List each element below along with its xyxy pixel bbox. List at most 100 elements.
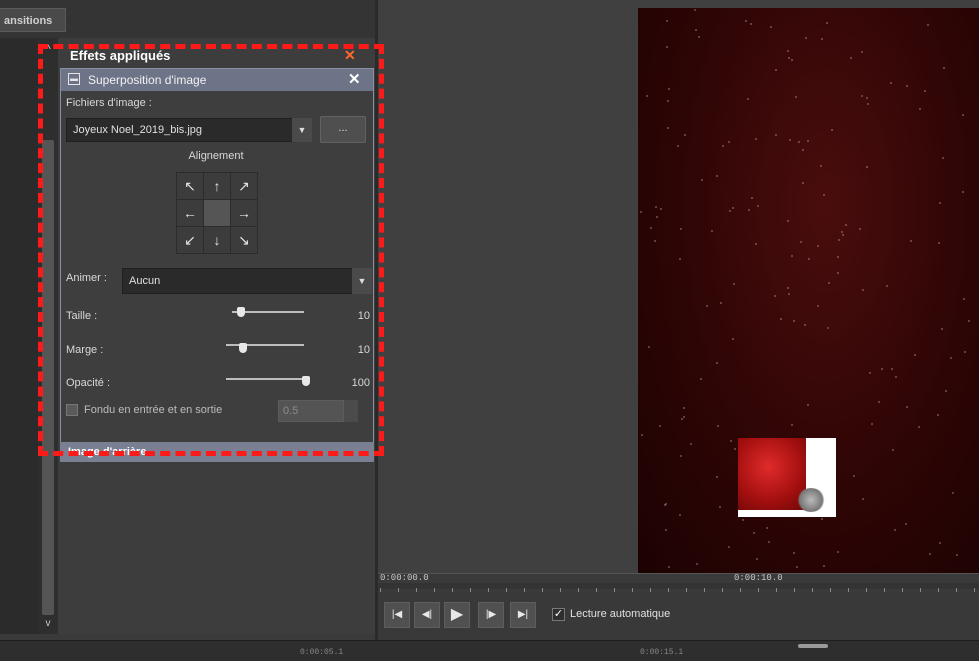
chevron-down-icon[interactable]: ▼ [292, 118, 312, 142]
collapse-effect-icon[interactable]: ▬ [68, 73, 80, 85]
align-center-button[interactable] [204, 200, 230, 226]
align-top-left-icon[interactable]: ↖ [177, 173, 203, 199]
timeline-tick [416, 588, 417, 592]
step-forward-icon[interactable]: |▶ [478, 602, 504, 628]
timeline-track[interactable] [378, 583, 979, 589]
snow-speck [821, 37, 824, 40]
tab-transitions[interactable]: ansitions [0, 8, 66, 32]
play-icon[interactable]: ▶ [444, 602, 470, 628]
timeline-tick [632, 588, 633, 592]
snow-speck [919, 108, 922, 111]
snow-speck [788, 293, 791, 296]
bottom-timeline-strip[interactable] [0, 640, 979, 661]
snow-speck [938, 242, 941, 245]
snow-speck [895, 375, 898, 378]
timeline-tick [470, 588, 471, 592]
skip-back-icon[interactable]: |◀ [384, 602, 410, 628]
snow-speck [952, 492, 955, 495]
timeline-tick [758, 588, 759, 592]
align-left-icon[interactable]: ← [177, 200, 203, 226]
snow-speck [945, 389, 948, 392]
snow-speck [755, 558, 758, 561]
resize-handle[interactable] [798, 644, 828, 648]
close-effects-icon[interactable]: ✕ [344, 46, 358, 64]
snow-speck [937, 414, 940, 417]
remove-effect-icon[interactable]: ✕ [348, 69, 362, 91]
snow-speck [837, 239, 840, 242]
bottom-time-a: 0:00:05.1 [300, 648, 344, 657]
snow-speck [841, 230, 844, 233]
snow-speck [905, 406, 908, 409]
opacity-label: Opacité : [66, 377, 111, 389]
margin-slider[interactable] [226, 344, 304, 346]
snow-speck [728, 210, 731, 213]
timeline-tick [506, 588, 507, 592]
snow-speck [684, 134, 687, 137]
snow-speck [853, 475, 856, 477]
snow-speck [868, 372, 871, 375]
snow-speck [720, 301, 723, 304]
timeline-tick [956, 588, 957, 592]
snow-speck [744, 20, 747, 23]
fade-spinner[interactable] [344, 400, 358, 422]
opacity-slider[interactable] [226, 378, 306, 380]
animate-select[interactable]: Aucun [122, 268, 372, 294]
margin-slider-thumb[interactable] [239, 343, 248, 353]
snow-speck [731, 206, 734, 209]
snow-speck [821, 518, 824, 521]
timeline-tick [794, 588, 795, 592]
snow-speck [727, 141, 730, 144]
snow-speck [889, 82, 892, 85]
snow-speck [774, 295, 777, 298]
next-effect-bar[interactable]: Image d'arrière [60, 442, 374, 462]
align-bottom-right-icon[interactable]: ↘ [231, 227, 257, 253]
align-top-right-icon[interactable]: ↗ [231, 173, 257, 199]
snow-speck [926, 24, 929, 27]
chevron-down-icon[interactable]: ▼ [352, 268, 372, 294]
align-right-icon[interactable]: → [231, 200, 257, 226]
snow-speck [822, 565, 825, 568]
skip-forward-icon[interactable]: ▶| [510, 602, 536, 628]
step-back-icon[interactable]: ◀| [414, 602, 440, 628]
timeline-tick [560, 588, 561, 592]
overlay-ornament [796, 488, 826, 512]
fade-checkbox[interactable] [66, 404, 78, 416]
fade-duration-input[interactable]: 0.5 [278, 400, 344, 422]
snow-speck [682, 407, 685, 410]
snow-speck [826, 327, 829, 330]
snow-speck [665, 19, 668, 22]
align-top-icon[interactable]: ↑ [204, 173, 230, 199]
autoplay-checkbox[interactable]: ✓ [552, 608, 565, 621]
snow-speck [680, 454, 683, 457]
size-slider-thumb[interactable] [236, 307, 245, 317]
timeline-tick [704, 588, 705, 592]
align-bottom-icon[interactable]: ↓ [204, 227, 230, 253]
scroll-down-icon[interactable]: v [42, 617, 54, 631]
snow-speck [817, 245, 820, 248]
snow-speck [859, 228, 862, 231]
snow-speck [678, 514, 681, 517]
snow-speck [961, 190, 964, 193]
snow-speck [715, 361, 718, 364]
snow-speck [787, 56, 790, 59]
bottom-time-b: 0:00:15.1 [640, 648, 684, 657]
timeline-tick [722, 588, 723, 592]
scroll-up-icon[interactable]: ^ [42, 42, 54, 56]
snow-speck [677, 145, 680, 148]
snow-speck [865, 96, 868, 99]
snow-speck [964, 350, 966, 353]
image-file-select[interactable]: Joyeux Noel_2019_bis.jpg [66, 118, 312, 142]
timeline-tick [920, 588, 921, 592]
snow-speck [904, 523, 907, 526]
snow-speck [860, 51, 863, 54]
opacity-slider-thumb[interactable] [302, 376, 310, 386]
snow-speck [668, 565, 671, 568]
scrollbar-thumb[interactable] [42, 140, 54, 615]
timeline-tick [884, 588, 885, 592]
align-bottom-left-icon[interactable]: ↙ [177, 227, 203, 253]
snow-speck [928, 553, 931, 556]
browse-button[interactable]: ... [320, 116, 366, 143]
timeline-mid-time: 0:00:10.0 [734, 573, 783, 583]
timeline-tick [380, 588, 381, 592]
snow-speck [837, 272, 840, 275]
